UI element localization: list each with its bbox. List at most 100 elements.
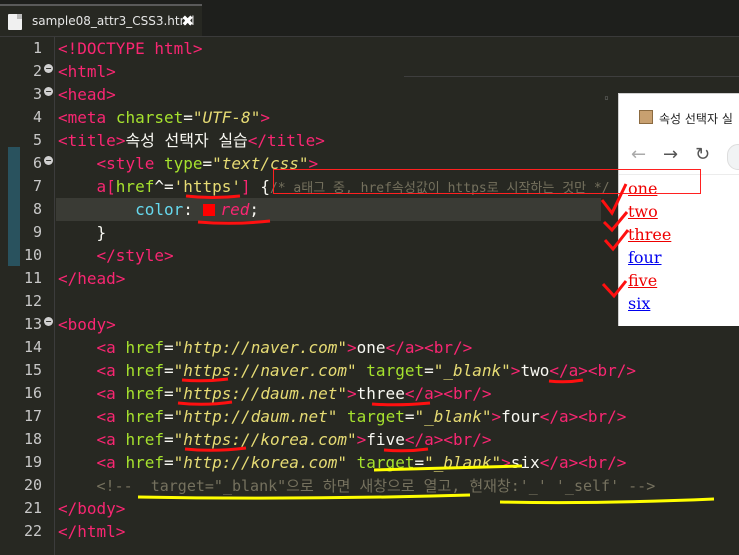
fold-toggle-icon[interactable]: − — [44, 156, 53, 165]
code-line-22[interactable]: </html> — [58, 520, 125, 543]
file-tab[interactable]: sample08_attr3_CSS3.html ✖ — [0, 4, 202, 36]
tag-name: body — [67, 315, 107, 334]
code-line-1[interactable]: <!DOCTYPE html> — [58, 37, 203, 60]
css-selector: a[ — [96, 177, 116, 196]
link-three[interactable]: three — [628, 223, 739, 246]
back-icon[interactable]: ← — [631, 144, 646, 165]
code-line-8[interactable]: color: red; — [58, 198, 259, 221]
tag-name: head — [77, 269, 116, 288]
tag-open: < — [58, 62, 68, 81]
tag-name: title — [67, 131, 116, 150]
css-semicolon: ; — [249, 200, 260, 219]
tag-name: br — [433, 338, 453, 357]
attr-value: "_blank" — [433, 361, 511, 380]
css-bracket: ] — [241, 177, 251, 196]
file-tab-label: sample08_attr3_CSS3.html — [32, 14, 195, 28]
line-number: 6 — [32, 154, 42, 172]
close-icon[interactable]: ✖ — [181, 6, 194, 36]
code-line-11[interactable]: </head> — [58, 267, 125, 290]
css-comment: /* a태그 중, href속성값이 https로 시작하는 것만 */ — [269, 181, 610, 196]
tag-name: a — [568, 361, 579, 380]
tag-name: br — [597, 361, 617, 380]
fold-toggle-icon[interactable]: − — [44, 64, 53, 73]
code-line-17[interactable]: <a href="http://daum.net" target="_blank… — [58, 405, 627, 428]
fold-toggle-icon[interactable]: − — [44, 87, 53, 96]
css-attr: href — [115, 177, 155, 196]
code-line-3[interactable]: <head> — [58, 83, 116, 106]
tag-name: a — [106, 361, 116, 380]
line-number: 8 — [32, 200, 42, 218]
editor-tab-bar: sample08_attr3_CSS3.html ✖ — [0, 0, 739, 37]
line-number: 12 — [23, 292, 42, 310]
link-text: five — [366, 430, 405, 449]
doctype: <!DOCTYPE html> — [58, 39, 203, 58]
tag-name: br — [453, 384, 473, 403]
tag-open: < — [58, 85, 68, 104]
attr-value: "https://naver.com" — [173, 361, 357, 380]
minimize-icon[interactable]: ▫ — [604, 93, 612, 102]
code-line-2[interactable]: <html> — [58, 60, 116, 83]
tag-name: a — [558, 407, 569, 426]
line-number: 5 — [32, 131, 42, 149]
color-swatch — [202, 204, 215, 216]
line-number: 17 — [23, 407, 42, 425]
address-bar[interactable] — [727, 144, 739, 170]
line-number: 2 — [32, 62, 42, 80]
underline-comment-self — [499, 497, 715, 505]
tag-name: br — [453, 430, 473, 449]
code-line-19[interactable]: <a href="http://korea.com" target="_blan… — [58, 451, 627, 474]
attr-name: charset — [115, 108, 184, 127]
code-line-21[interactable]: </body> — [58, 497, 125, 520]
line-number: 22 — [23, 522, 42, 540]
tag-close: > — [106, 62, 116, 81]
link-six[interactable]: six — [628, 292, 739, 315]
tag-name: head — [67, 85, 107, 104]
tag-name: style — [106, 154, 155, 173]
code-line-16[interactable]: <a href="https://daum.net">three</a><br/… — [58, 382, 492, 405]
line-number: 1 — [32, 39, 42, 57]
forward-icon[interactable]: → — [663, 144, 678, 165]
browser-tab[interactable]: 속성 선택자 실 — [619, 94, 739, 134]
link-two[interactable]: two — [628, 200, 739, 223]
tag-close: > — [106, 85, 116, 104]
tag-name: br — [587, 453, 608, 472]
code-line-13[interactable]: <body> — [58, 313, 116, 336]
code-line-20[interactable]: <!-- target="_blank"으로 하면 새창으로 열고, 현재창:'… — [58, 474, 656, 497]
fold-toggle-icon[interactable]: − — [44, 317, 53, 326]
link-text: three — [356, 384, 405, 403]
line-number: 9 — [32, 223, 42, 241]
browser-toolbar: ← → ↻ — [619, 138, 739, 175]
css-brace: { — [260, 177, 270, 196]
attr-value: "http://korea.com" — [173, 453, 348, 472]
code-line-15[interactable]: <a href="https://naver.com" target="_bla… — [58, 359, 637, 382]
line-number: 20 — [23, 476, 42, 494]
css-property: color — [135, 200, 184, 219]
link-five[interactable]: five — [628, 269, 739, 292]
link-four[interactable]: four — [628, 246, 739, 269]
html-file-icon — [8, 14, 22, 30]
tag-name: a — [106, 453, 116, 472]
line-number: 14 — [23, 338, 42, 356]
tag-name: a — [106, 384, 116, 403]
code-line-5[interactable]: <title>속성 선택자 실습</title> — [58, 129, 325, 152]
tag-name: html — [77, 522, 116, 541]
tag-name: br — [587, 407, 608, 426]
background-window-edge — [404, 76, 739, 77]
code-line-18[interactable]: <a href="https://korea.com">five</a><br/… — [58, 428, 492, 451]
code-line-7[interactable]: a[href^='https'] {/* a태그 중, href속성값이 htt… — [58, 175, 610, 198]
attr-value: "http://daum.net" — [173, 407, 338, 426]
code-line-14[interactable]: <a href="http://naver.com">one</a><br/> — [58, 336, 473, 359]
line-number: 21 — [23, 499, 42, 517]
reload-icon[interactable]: ↻ — [695, 144, 710, 165]
link-one[interactable]: one — [628, 177, 739, 200]
attr-value: "http://naver.com" — [173, 338, 348, 357]
html-comment: <!-- target="_blank"으로 하면 새창으로 열고, 현재창:'… — [96, 477, 656, 495]
css-colon: : — [183, 200, 193, 219]
tag-name: a — [558, 453, 569, 472]
code-line-4[interactable]: <meta charset="UTF-8"> — [58, 106, 270, 129]
attr-value: "https://korea.com" — [173, 430, 357, 449]
code-line-6[interactable]: <style type="text/css"> — [58, 152, 319, 175]
link-text: six — [510, 453, 540, 472]
code-line-9[interactable]: } — [58, 221, 107, 244]
code-line-10[interactable]: </style> — [58, 244, 174, 267]
